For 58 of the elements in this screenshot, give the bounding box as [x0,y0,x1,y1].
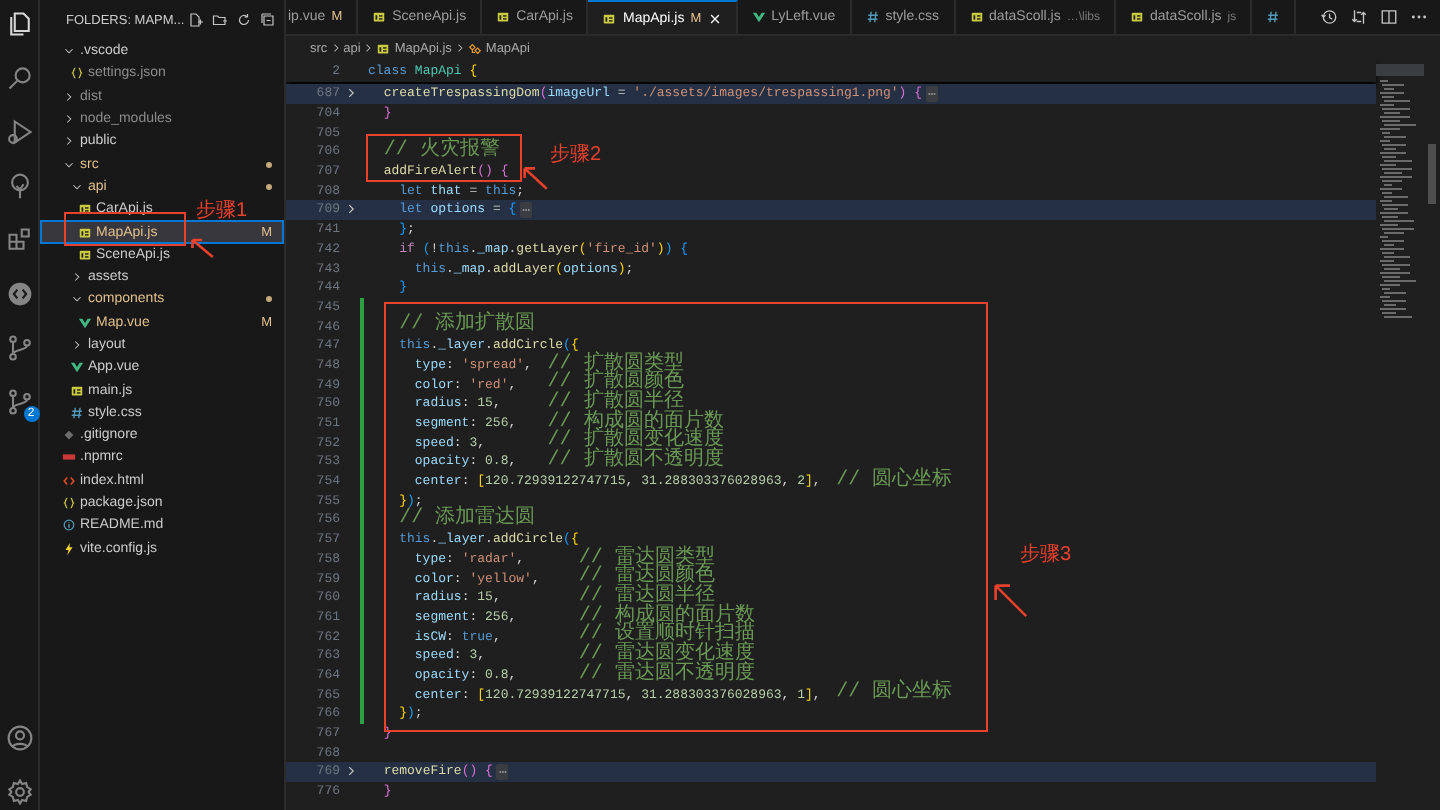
npmrc-file-icon [62,450,76,465]
annotation-label: 步骤3 [1020,544,1072,566]
js-file-icon [78,247,92,262]
new-folder-icon[interactable] [212,12,228,28]
code-bubble-icon[interactable] [5,280,33,308]
js-file-icon [496,10,511,24]
source-control-icon[interactable] [5,334,33,362]
code-line: // 添加扩散圆 [397,316,536,336]
css-file-icon [1266,10,1281,24]
js-file-icon [372,10,387,24]
close-icon[interactable] [707,11,722,25]
new-file-icon[interactable] [188,12,204,28]
tree-icon[interactable] [5,172,33,200]
vue-file-icon [751,10,766,24]
history-icon[interactable] [1320,8,1338,26]
annotation-arrow [992,582,1028,618]
search-icon[interactable] [5,64,33,92]
chevron-right-icon [329,42,342,54]
js-file-icon [78,202,92,217]
refresh-icon[interactable] [236,12,252,28]
chevron-right-icon [453,42,466,54]
json-file-icon [70,66,84,81]
fold-chevron-icon[interactable] [343,764,357,779]
files-icon[interactable] [5,10,33,38]
annotation-label: 步骤2 [550,144,602,166]
lightning-icon [62,541,76,556]
code-line: // 火灾报警 [381,142,500,162]
class-icon [467,41,482,55]
js-file-icon [602,11,617,25]
fold-chevron-icon[interactable] [343,86,357,101]
css-file-icon [70,405,84,420]
css-file-icon [865,10,880,24]
source-control-icon[interactable] [5,388,33,416]
gitignore-file-icon [62,428,76,443]
chevron-right-icon [362,42,375,54]
compare-changes-icon[interactable] [1350,8,1368,26]
js-file-icon [78,225,92,240]
vue-file-icon [78,315,92,330]
run-debug-icon[interactable] [5,118,33,146]
info-file-icon [62,518,76,533]
extensions-icon[interactable] [5,226,33,254]
settings-icon[interactable] [5,778,33,806]
account-icon[interactable] [5,724,33,752]
html-file-icon [62,473,76,488]
js-file-icon [1130,10,1144,24]
json-file-icon [62,496,76,511]
annotation-arrow [190,238,214,258]
fold-chevron-icon[interactable] [343,202,357,217]
annotation-arrow [522,166,548,190]
annotation-frame [64,212,186,246]
collapse-all-icon[interactable] [260,12,276,28]
js-file-icon [70,383,84,398]
split-editor-icon[interactable] [1380,8,1398,26]
js-file-icon [376,41,391,55]
vue-file-icon [70,360,84,375]
js-file-icon [969,10,984,24]
annotation-label: 步骤1 [196,199,248,221]
code-line: // 添加雷达圆 [397,510,536,530]
